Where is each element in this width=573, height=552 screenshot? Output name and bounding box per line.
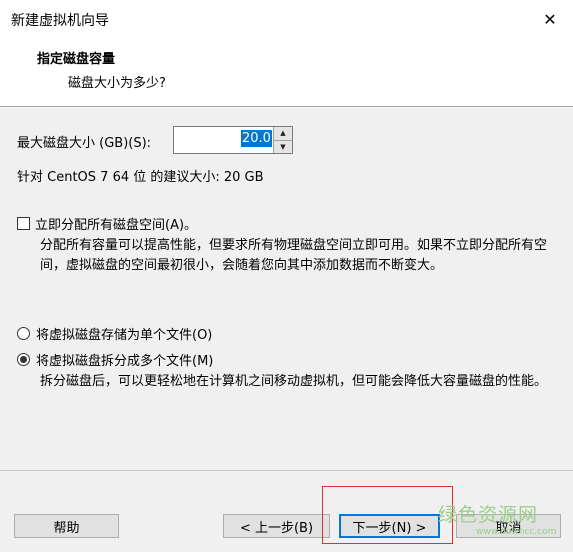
disk-size-input[interactable]: 20.0 <box>241 130 272 147</box>
allocate-description: 分配所有容量可以提高性能，但要求所有物理磁盘空间立即可用。如果不立即分配所有空间… <box>40 238 548 273</box>
allocate-all-checkbox[interactable] <box>17 217 30 230</box>
spinner-down-button[interactable]: ▼ <box>274 140 292 153</box>
caret-up-icon: ▲ <box>280 129 286 138</box>
close-icon: ✕ <box>543 9 557 29</box>
multi-file-description: 拆分磁盘后，可以更轻松地在计算机之间移动虚拟机，但可能会降低大容量磁盘的性能。 <box>40 374 548 389</box>
multi-file-radio[interactable] <box>17 353 30 366</box>
single-file-label[interactable]: 将虚拟磁盘存储为单个文件(O) <box>36 324 212 343</box>
spinner-buttons: ▲ ▼ <box>273 127 292 153</box>
spinner-up-button[interactable]: ▲ <box>274 127 292 141</box>
disk-size-spinner[interactable]: 20.0 ▲ ▼ <box>173 126 293 154</box>
page-title: 指定磁盘容量 <box>37 52 116 67</box>
wizard-header: 指定磁盘容量 磁盘大小为多少? <box>0 38 573 106</box>
cancel-button[interactable]: 取消 <box>456 514 561 538</box>
help-button[interactable]: 帮助 <box>14 514 119 538</box>
allocate-all-label[interactable]: 立即分配所有磁盘空间(A)。 <box>35 214 197 233</box>
single-file-option[interactable]: 将虚拟磁盘存储为单个文件(O) <box>17 324 212 343</box>
multi-file-label[interactable]: 将虚拟磁盘拆分成多个文件(M) <box>36 350 213 369</box>
next-button[interactable]: 下一步(N) > <box>339 514 440 538</box>
page-subtitle: 磁盘大小为多少? <box>68 76 166 91</box>
disk-size-label: 最大磁盘大小 (GB)(S): <box>17 136 152 151</box>
window-title: 新建虚拟机向导 <box>11 13 109 29</box>
single-file-radio[interactable] <box>17 327 30 340</box>
close-button[interactable]: ✕ <box>537 7 563 31</box>
recommended-size-text: 针对 CentOS 7 64 位 的建议大小: 20 GB <box>17 170 264 185</box>
footer-divider <box>0 470 573 471</box>
allocate-all-option[interactable]: 立即分配所有磁盘空间(A)。 <box>17 214 197 233</box>
caret-down-icon: ▼ <box>280 142 286 151</box>
back-button[interactable]: < 上一步(B) <box>223 514 330 538</box>
multi-file-option[interactable]: 将虚拟磁盘拆分成多个文件(M) <box>17 350 213 369</box>
title-bar: 新建虚拟机向导 ✕ <box>0 0 573 38</box>
